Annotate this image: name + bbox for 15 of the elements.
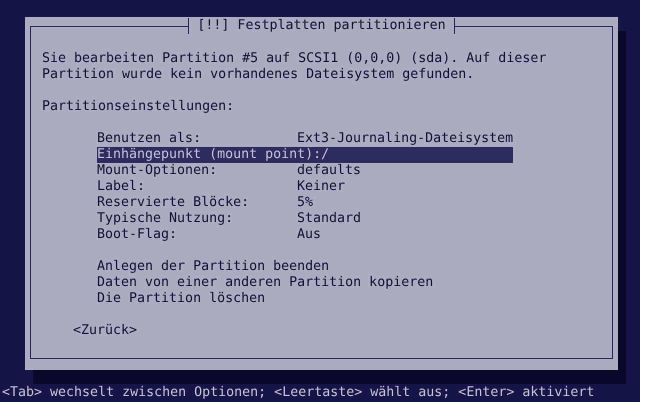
back-button[interactable]: <Zurück>: [73, 323, 138, 339]
settings-row[interactable]: Label: Keiner: [97, 179, 513, 195]
settings-row[interactable]: Typische Nutzung: Standard: [97, 211, 513, 227]
settings-row[interactable]: Mount-Optionen: defaults: [97, 163, 513, 179]
section-heading: Partitionseinstellungen:: [42, 99, 234, 115]
settings-row[interactable]: Benutzen als: Ext3-Journaling-Dateisystem: [97, 131, 513, 147]
menu-item[interactable]: Anlegen der Partition beenden: [97, 259, 330, 275]
status-bar-text: <Tab> wechselt zwischen Optionen; <Leertaste> wählt aus; <Enter> aktiviert: [1, 385, 594, 401]
settings-row[interactable]: Einhängepunkt (mount point):/: [97, 147, 513, 163]
message-text: Sie bearbeiten Partition #5 auf SCSI1 (0,0,0) (sda). Auf dieser Partition wurde kein vorhandenes Dateisystem gefunden.: [42, 51, 548, 83]
settings-row[interactable]: Boot-Flag: Aus: [97, 227, 513, 243]
settings-row[interactable]: Reservierte Blöcke: 5%: [97, 195, 513, 211]
dialog-title: [!!] Festplatten partitionieren: [188, 18, 455, 34]
menu-item[interactable]: Die Partition löschen: [97, 291, 266, 307]
menu-item[interactable]: Daten von einer anderen Partition kopieren: [97, 275, 434, 291]
